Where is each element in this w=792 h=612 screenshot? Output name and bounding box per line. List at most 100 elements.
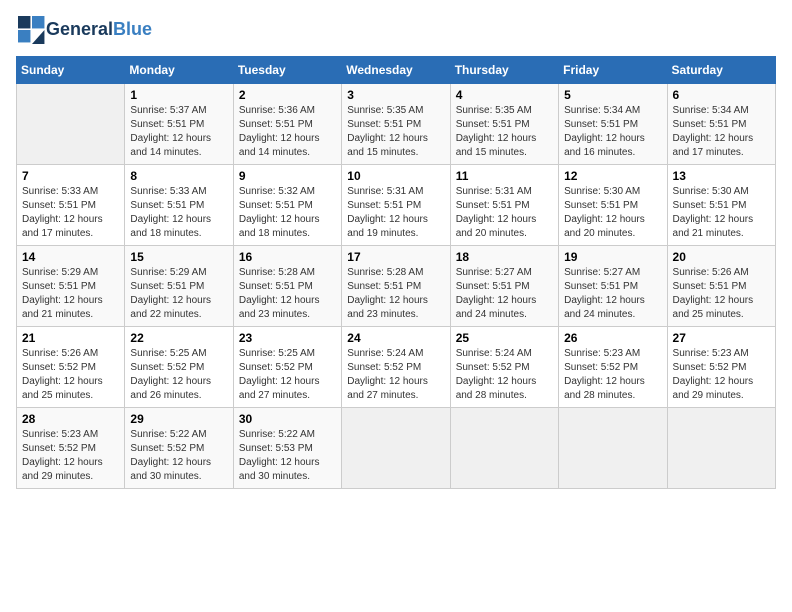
calendar-cell: 24 Sunrise: 5:24 AM Sunset: 5:52 PM Dayli… xyxy=(342,327,450,408)
day-number: 7 xyxy=(22,169,119,183)
day-number: 20 xyxy=(673,250,770,264)
calendar-week-2: 7 Sunrise: 5:33 AM Sunset: 5:51 PM Daylig… xyxy=(17,165,776,246)
day-number: 6 xyxy=(673,88,770,102)
day-number: 26 xyxy=(564,331,661,345)
day-number: 12 xyxy=(564,169,661,183)
calendar-week-4: 21 Sunrise: 5:26 AM Sunset: 5:52 PM Dayli… xyxy=(17,327,776,408)
day-info: Sunrise: 5:31 AM Sunset: 5:51 PM Dayligh… xyxy=(456,185,553,241)
calendar-cell: 10 Sunrise: 5:31 AM Sunset: 5:51 PM Dayli… xyxy=(342,165,450,246)
day-info: Sunrise: 5:24 AM Sunset: 5:52 PM Dayligh… xyxy=(456,347,553,403)
day-number: 9 xyxy=(239,169,336,183)
calendar-cell xyxy=(450,408,558,489)
day-number: 24 xyxy=(347,331,444,345)
day-info: Sunrise: 5:32 AM Sunset: 5:51 PM Dayligh… xyxy=(239,185,336,241)
day-info: Sunrise: 5:25 AM Sunset: 5:52 PM Dayligh… xyxy=(239,347,336,403)
calendar-cell xyxy=(667,408,775,489)
day-info: Sunrise: 5:28 AM Sunset: 5:51 PM Dayligh… xyxy=(239,266,336,322)
calendar-cell: 20 Sunrise: 5:26 AM Sunset: 5:51 PM Dayli… xyxy=(667,246,775,327)
day-info: Sunrise: 5:26 AM Sunset: 5:52 PM Dayligh… xyxy=(22,347,119,403)
day-number: 16 xyxy=(239,250,336,264)
calendar-cell: 1 Sunrise: 5:37 AM Sunset: 5:51 PM Daylig… xyxy=(125,84,233,165)
day-info: Sunrise: 5:27 AM Sunset: 5:51 PM Dayligh… xyxy=(564,266,661,322)
day-info: Sunrise: 5:28 AM Sunset: 5:51 PM Dayligh… xyxy=(347,266,444,322)
calendar-cell xyxy=(559,408,667,489)
day-number: 30 xyxy=(239,412,336,426)
day-header-friday: Friday xyxy=(559,57,667,84)
day-info: Sunrise: 5:26 AM Sunset: 5:51 PM Dayligh… xyxy=(673,266,770,322)
day-number: 18 xyxy=(456,250,553,264)
day-number: 27 xyxy=(673,331,770,345)
calendar-week-1: 1 Sunrise: 5:37 AM Sunset: 5:51 PM Daylig… xyxy=(17,84,776,165)
day-info: Sunrise: 5:33 AM Sunset: 5:51 PM Dayligh… xyxy=(130,185,227,241)
day-number: 13 xyxy=(673,169,770,183)
calendar-cell: 12 Sunrise: 5:30 AM Sunset: 5:51 PM Dayli… xyxy=(559,165,667,246)
calendar-cell: 11 Sunrise: 5:31 AM Sunset: 5:51 PM Dayli… xyxy=(450,165,558,246)
calendar-cell: 22 Sunrise: 5:25 AM Sunset: 5:52 PM Dayli… xyxy=(125,327,233,408)
calendar-cell: 14 Sunrise: 5:29 AM Sunset: 5:51 PM Dayli… xyxy=(17,246,125,327)
day-info: Sunrise: 5:31 AM Sunset: 5:51 PM Dayligh… xyxy=(347,185,444,241)
day-info: Sunrise: 5:27 AM Sunset: 5:51 PM Dayligh… xyxy=(456,266,553,322)
day-number: 1 xyxy=(130,88,227,102)
day-number: 2 xyxy=(239,88,336,102)
day-number: 5 xyxy=(564,88,661,102)
calendar-cell: 7Sunrise: 5:33 AM Sunset: 5:51 PM Daylig… xyxy=(17,165,125,246)
day-number: 8 xyxy=(130,169,227,183)
day-info: Sunrise: 5:25 AM Sunset: 5:52 PM Dayligh… xyxy=(130,347,227,403)
day-header-sunday: Sunday xyxy=(17,57,125,84)
day-info: Sunrise: 5:36 AM Sunset: 5:51 PM Dayligh… xyxy=(239,104,336,160)
day-header-tuesday: Tuesday xyxy=(233,57,341,84)
calendar-cell: 5 Sunrise: 5:34 AM Sunset: 5:51 PM Daylig… xyxy=(559,84,667,165)
calendar-cell: 25 Sunrise: 5:24 AM Sunset: 5:52 PM Dayli… xyxy=(450,327,558,408)
calendar-cell: 6 Sunrise: 5:34 AM Sunset: 5:51 PM Daylig… xyxy=(667,84,775,165)
day-info: Sunrise: 5:23 AM Sunset: 5:52 PM Dayligh… xyxy=(673,347,770,403)
day-header-thursday: Thursday xyxy=(450,57,558,84)
calendar-week-3: 14 Sunrise: 5:29 AM Sunset: 5:51 PM Dayli… xyxy=(17,246,776,327)
day-info: Sunrise: 5:23 AM Sunset: 5:52 PM Dayligh… xyxy=(564,347,661,403)
logo-icon xyxy=(18,16,46,44)
day-number: 11 xyxy=(456,169,553,183)
calendar-cell: 17 Sunrise: 5:28 AM Sunset: 5:51 PM Dayli… xyxy=(342,246,450,327)
day-number: 23 xyxy=(239,331,336,345)
day-info: Sunrise: 5:24 AM Sunset: 5:52 PM Dayligh… xyxy=(347,347,444,403)
day-info: Sunrise: 5:30 AM Sunset: 5:51 PM Dayligh… xyxy=(564,185,661,241)
day-info: Sunrise: 5:23 AM Sunset: 5:52 PM Dayligh… xyxy=(22,428,119,484)
calendar-cell: 13 Sunrise: 5:30 AM Sunset: 5:51 PM Dayli… xyxy=(667,165,775,246)
calendar-cell: 26 Sunrise: 5:23 AM Sunset: 5:52 PM Dayli… xyxy=(559,327,667,408)
day-number: 14 xyxy=(22,250,119,264)
calendar-cell: 4Sunrise: 5:35 AM Sunset: 5:51 PM Daylig… xyxy=(450,84,558,165)
day-number: 3 xyxy=(347,88,444,102)
header: GeneralBlue xyxy=(16,16,776,44)
day-number: 17 xyxy=(347,250,444,264)
day-number: 25 xyxy=(456,331,553,345)
day-number: 29 xyxy=(130,412,227,426)
calendar-cell: 21 Sunrise: 5:26 AM Sunset: 5:52 PM Dayli… xyxy=(17,327,125,408)
logo-text: GeneralBlue xyxy=(46,20,152,40)
day-number: 10 xyxy=(347,169,444,183)
day-info: Sunrise: 5:34 AM Sunset: 5:51 PM Dayligh… xyxy=(564,104,661,160)
day-number: 21 xyxy=(22,331,119,345)
calendar-cell xyxy=(342,408,450,489)
day-info: Sunrise: 5:29 AM Sunset: 5:51 PM Dayligh… xyxy=(22,266,119,322)
day-info: Sunrise: 5:37 AM Sunset: 5:51 PM Dayligh… xyxy=(130,104,227,160)
calendar-cell: 15 Sunrise: 5:29 AM Sunset: 5:51 PM Dayli… xyxy=(125,246,233,327)
calendar-cell: 16 Sunrise: 5:28 AM Sunset: 5:51 PM Dayli… xyxy=(233,246,341,327)
calendar-cell xyxy=(17,84,125,165)
day-number: 22 xyxy=(130,331,227,345)
day-info: Sunrise: 5:30 AM Sunset: 5:51 PM Dayligh… xyxy=(673,185,770,241)
day-header-monday: Monday xyxy=(125,57,233,84)
day-info: Sunrise: 5:35 AM Sunset: 5:51 PM Dayligh… xyxy=(347,104,444,160)
day-info: Sunrise: 5:34 AM Sunset: 5:51 PM Dayligh… xyxy=(673,104,770,160)
day-number: 15 xyxy=(130,250,227,264)
calendar-cell: 23 Sunrise: 5:25 AM Sunset: 5:52 PM Dayli… xyxy=(233,327,341,408)
calendar-cell: 29Sunrise: 5:22 AM Sunset: 5:52 PM Dayli… xyxy=(125,408,233,489)
day-number: 28 xyxy=(22,412,119,426)
calendar-cell: 18 Sunrise: 5:27 AM Sunset: 5:51 PM Dayli… xyxy=(450,246,558,327)
calendar-cell: 3 Sunrise: 5:35 AM Sunset: 5:51 PM Daylig… xyxy=(342,84,450,165)
day-info: Sunrise: 5:29 AM Sunset: 5:51 PM Dayligh… xyxy=(130,266,227,322)
logo: GeneralBlue xyxy=(16,16,152,44)
calendar-cell: 2 Sunrise: 5:36 AM Sunset: 5:51 PM Daylig… xyxy=(233,84,341,165)
calendar-cell: 28 Sunrise: 5:23 AM Sunset: 5:52 PM Dayli… xyxy=(17,408,125,489)
day-header-saturday: Saturday xyxy=(667,57,775,84)
day-header-wednesday: Wednesday xyxy=(342,57,450,84)
calendar-cell: 9 Sunrise: 5:32 AM Sunset: 5:51 PM Daylig… xyxy=(233,165,341,246)
